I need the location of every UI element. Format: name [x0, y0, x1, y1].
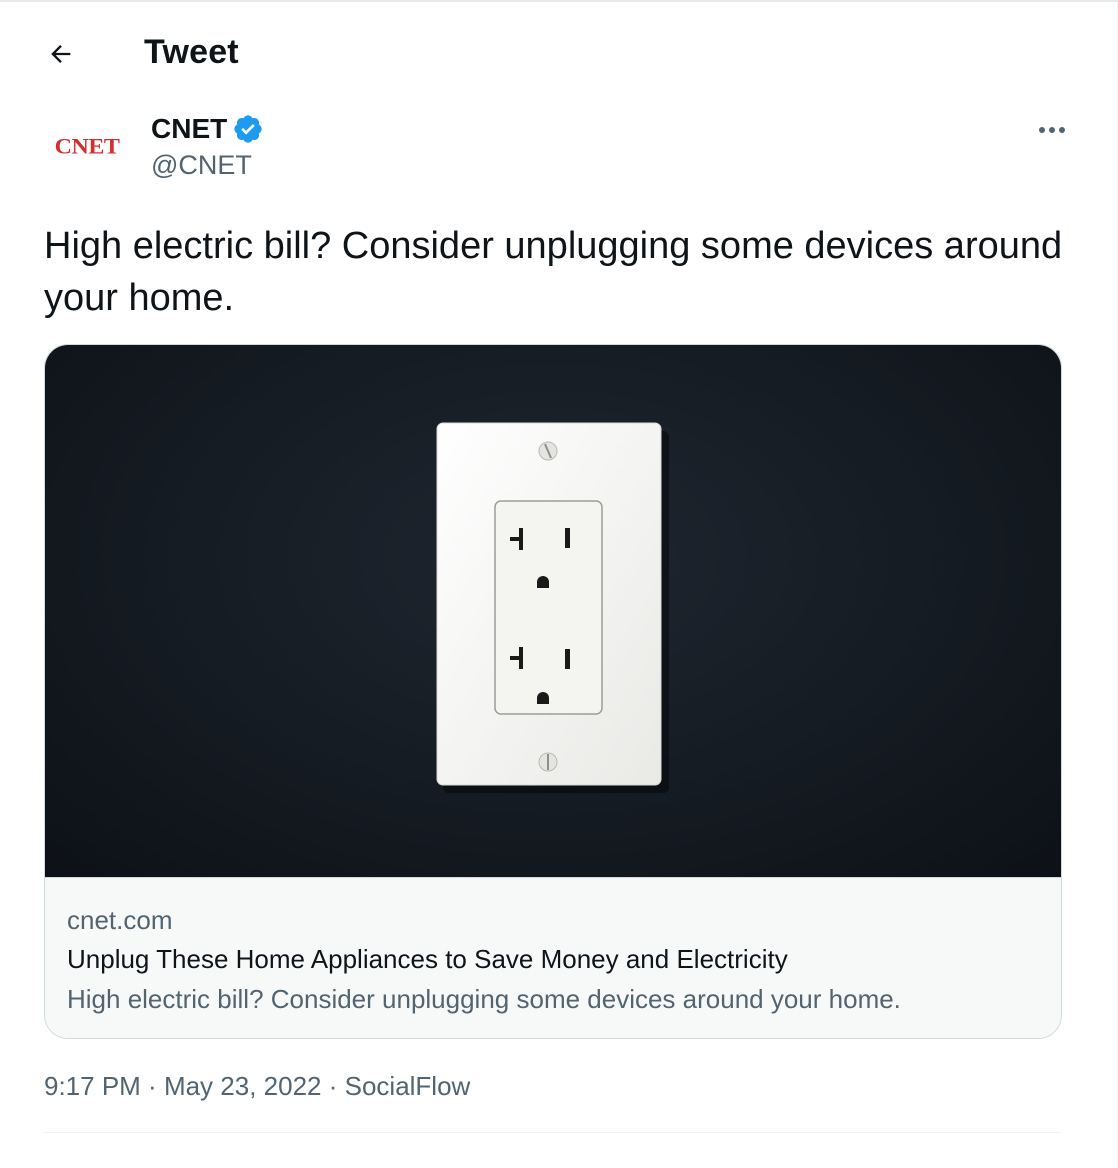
- tweet-metadata: 9:17 PM · May 23, 2022 · SocialFlow: [44, 1066, 470, 1106]
- separator: ·: [321, 1071, 345, 1101]
- avatar[interactable]: CNET: [44, 112, 130, 182]
- author-name[interactable]: CNET: [151, 112, 227, 146]
- more-horizontal-icon: [1039, 127, 1065, 133]
- author-name-row: CNET: [151, 112, 264, 146]
- page-title: Tweet: [144, 33, 239, 71]
- tweet-time[interactable]: 9:17 PM: [44, 1066, 141, 1106]
- tweet-text: High electric bill? Consider unplugging …: [44, 225, 1063, 319]
- card-domain: cnet.com: [67, 905, 173, 935]
- tweet-date[interactable]: May 23, 2022: [164, 1066, 322, 1106]
- link-preview-card[interactable]: cnet.com Unplug These Home Appliances to…: [44, 344, 1062, 1039]
- tweet-author: CNET CNET @CNET: [44, 108, 1074, 188]
- divider: [44, 1132, 1060, 1133]
- card-image[interactable]: [45, 345, 1061, 877]
- wall-outlet-image: [436, 422, 669, 793]
- back-button[interactable]: [40, 33, 82, 75]
- author-handle[interactable]: @CNET: [151, 148, 252, 182]
- card-description: High electric bill? Consider unplugging …: [67, 984, 901, 1014]
- separator: ·: [140, 1071, 164, 1101]
- page-header: Tweet: [0, 2, 1117, 98]
- avatar-logo: CNET: [54, 134, 120, 159]
- arrow-left-icon: [51, 45, 71, 63]
- verified-badge-icon: [234, 115, 262, 143]
- tweet-source[interactable]: SocialFlow: [345, 1066, 471, 1106]
- card-meta[interactable]: cnet.com Unplug These Home Appliances to…: [45, 877, 1061, 1038]
- card-title: Unplug These Home Appliances to Save Mon…: [67, 944, 788, 974]
- more-options-button[interactable]: [1030, 110, 1074, 150]
- tweet-page: Tweet CNET CNET @CNET High electric bill…: [0, 0, 1118, 1168]
